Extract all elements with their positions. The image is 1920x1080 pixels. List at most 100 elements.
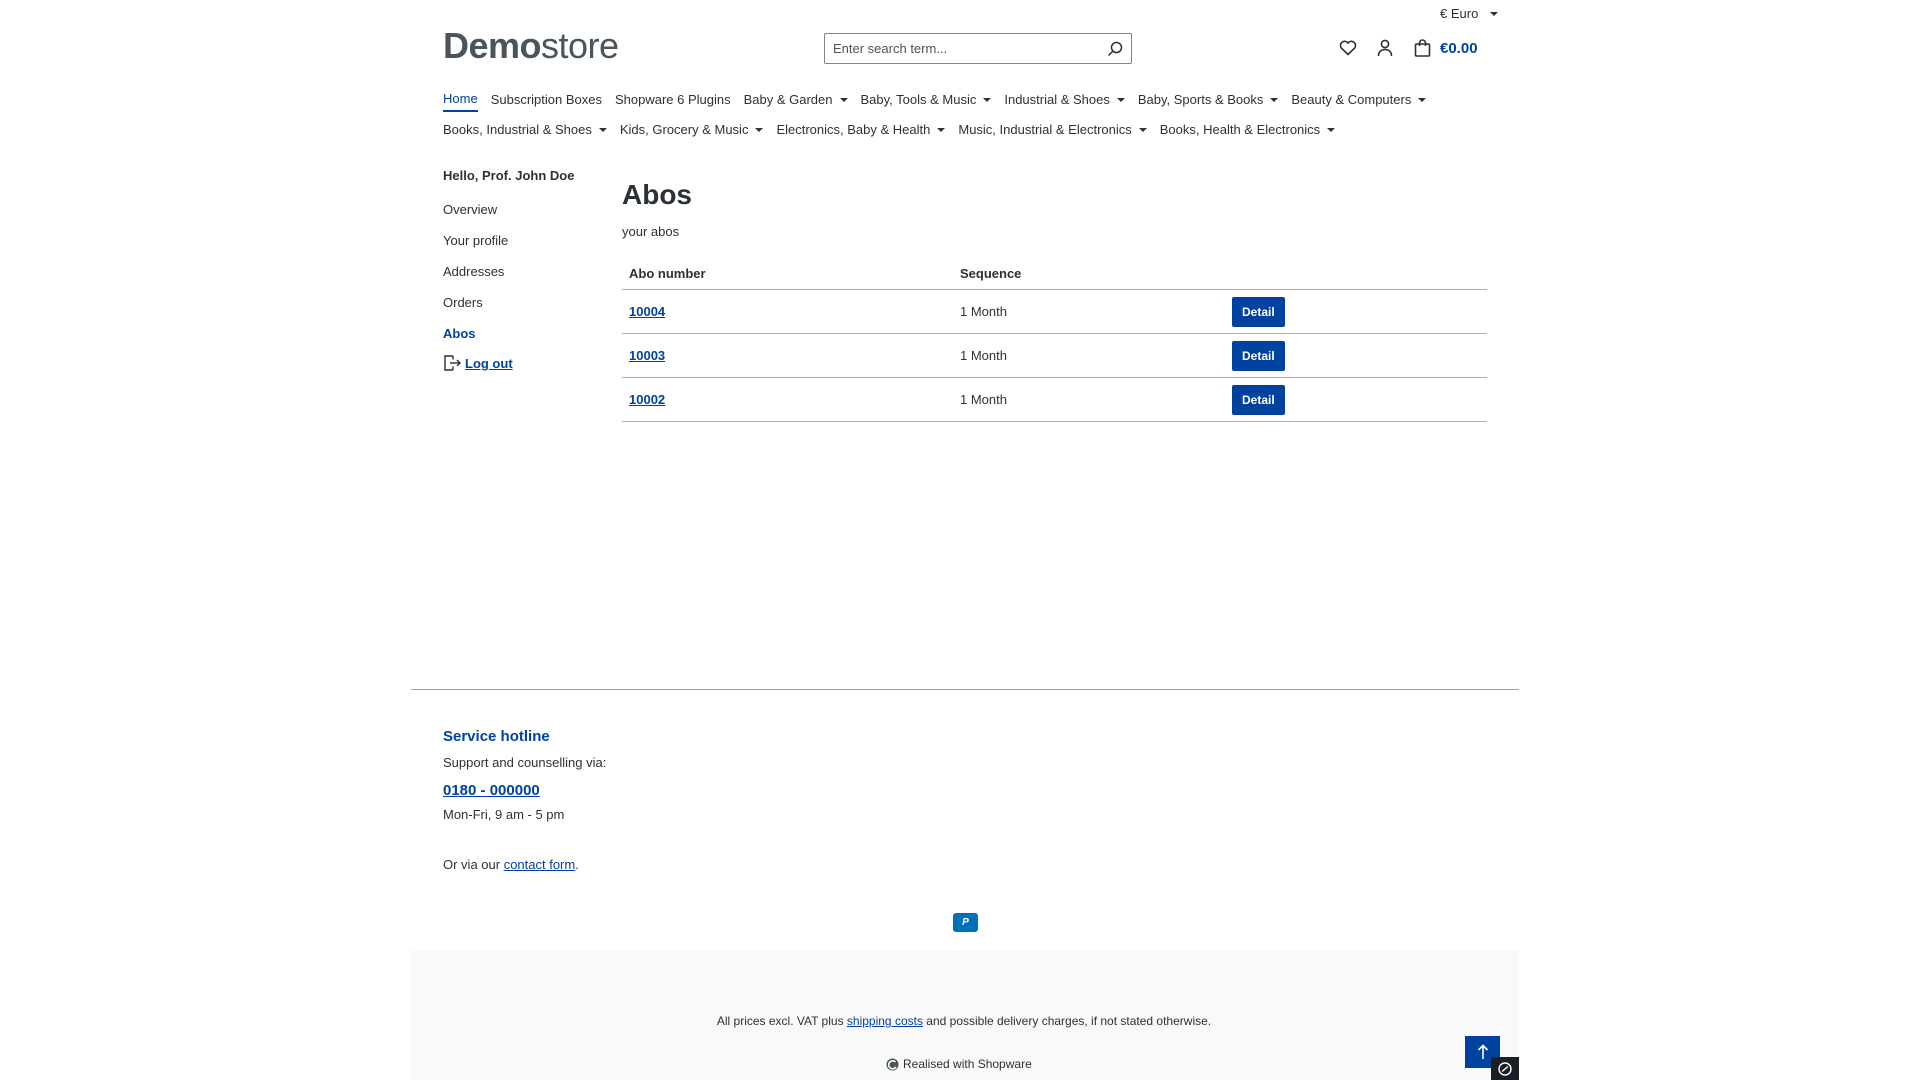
vat-suffix: and possible delivery charges, if not st… xyxy=(922,1014,1212,1028)
detail-button[interactable]: Detail xyxy=(1232,340,1285,371)
sidebar-item-orders[interactable]: Orders xyxy=(443,295,603,326)
cart-button[interactable] xyxy=(1410,36,1434,60)
nav-item-label: Music, Industrial & Electronics xyxy=(958,122,1132,137)
service-hotline: Service hotline Support and counselling … xyxy=(443,728,606,872)
account-sidebar: Hello, Prof. John Doe Overview Your prof… xyxy=(443,168,603,372)
search-icon xyxy=(1107,41,1123,56)
sequence-cell: 1 Month xyxy=(953,289,1232,334)
nav-item-label: Books, Health & Electronics xyxy=(1159,122,1321,137)
nav-item-label: Industrial & Shoes xyxy=(1004,92,1110,107)
chevron-down-icon xyxy=(598,127,607,132)
currency-label: € Euro xyxy=(1440,6,1479,21)
abos-content: Abos your abos Abo number Sequence 10004… xyxy=(622,178,1487,422)
logout-link[interactable]: Log out xyxy=(443,354,603,372)
logout-icon xyxy=(444,355,461,371)
page-title: Abos xyxy=(622,179,692,210)
nav-item-label: Baby & Garden xyxy=(743,92,833,107)
chevron-down-icon xyxy=(983,97,992,102)
chevron-down-icon xyxy=(1138,127,1147,132)
sidebar-item-overview[interactable]: Overview xyxy=(443,202,603,233)
sidebar-item-abos[interactable]: Abos xyxy=(443,326,603,357)
paypal-icon: P xyxy=(953,913,978,932)
main-navigation-row-1: Home Subscription Boxes Shopware 6 Plugins… xyxy=(443,91,1439,112)
nav-item-books-health-electronics[interactable]: Books, Health & Electronics xyxy=(1159,122,1336,141)
chevron-down-icon xyxy=(1327,127,1336,132)
table-row: 10003 1 Month Detail xyxy=(622,333,1487,378)
logo-light: store xyxy=(541,25,619,66)
abo-number-cell: 10002 xyxy=(622,377,953,422)
currency-selector[interactable]: € Euro xyxy=(1440,6,1499,21)
account-greeting: Hello, Prof. John Doe xyxy=(443,168,575,183)
shopware-badge[interactable] xyxy=(1491,1057,1519,1080)
vat-notice: All prices excl. VAT plus shipping costs… xyxy=(0,1014,1920,1028)
realised-text: Realised with Shopware xyxy=(903,1057,1032,1071)
main-navigation-row-2: Books, Industrial & Shoes Kids, Grocery &… xyxy=(443,122,1348,141)
arrow-up-icon xyxy=(1477,1044,1488,1059)
table-header-row: Abo number Sequence xyxy=(622,266,1487,290)
account-button[interactable] xyxy=(1373,36,1397,60)
chevron-down-icon xyxy=(1418,97,1427,102)
shopware-logo-icon xyxy=(886,1058,899,1070)
nav-item-music-industrial-electronics[interactable]: Music, Industrial & Electronics xyxy=(958,122,1147,141)
sidebar-item-addresses[interactable]: Addresses xyxy=(443,264,603,295)
contact-form-link[interactable]: contact form xyxy=(504,857,576,872)
nav-item-subscription-boxes[interactable]: Subscription Boxes xyxy=(491,91,602,112)
search-button[interactable] xyxy=(1099,34,1131,63)
column-header-abo-number: Abo number xyxy=(622,266,953,290)
detail-button[interactable]: Detail xyxy=(1232,384,1285,415)
nav-item-label: Baby, Sports & Books xyxy=(1137,92,1264,107)
contact-text: Or via our contact form. xyxy=(443,857,606,872)
shipping-costs-link[interactable]: shipping costs xyxy=(847,1014,923,1028)
nav-item-label: Baby, Tools & Music xyxy=(860,92,977,107)
sequence-cell: 1 Month xyxy=(953,377,1232,422)
heart-icon xyxy=(1339,40,1357,56)
page-subtitle: your abos xyxy=(622,224,680,239)
nav-item-label: Books, Industrial & Shoes xyxy=(443,122,592,137)
detail-button[interactable]: Detail xyxy=(1232,296,1285,327)
nav-item-baby-sports-books[interactable]: Baby, Sports & Books xyxy=(1138,91,1279,112)
abos-table: Abo number Sequence 10004 1 Month Detail… xyxy=(622,266,1487,422)
search-input[interactable] xyxy=(825,34,1099,63)
nav-item-books-industrial-shoes[interactable]: Books, Industrial & Shoes xyxy=(443,122,607,141)
search-bar xyxy=(824,33,1132,64)
nav-item-label: Home xyxy=(443,91,478,106)
table-row: 10004 1 Month Detail xyxy=(622,289,1487,334)
abo-number-cell: 10003 xyxy=(622,333,953,378)
abo-number-link[interactable]: 10003 xyxy=(629,348,665,363)
table-row: 10002 1 Month Detail xyxy=(622,377,1487,422)
contact-prefix: Or via our xyxy=(443,857,504,872)
contact-suffix: . xyxy=(575,857,579,872)
nav-item-kids-grocery-music[interactable]: Kids, Grocery & Music xyxy=(620,122,764,141)
phone-link[interactable]: 0180 - 000000 xyxy=(443,782,540,799)
nav-item-beauty-computers[interactable]: Beauty & Computers xyxy=(1291,91,1427,112)
realised-with-shopware[interactable]: Realised with Shopware xyxy=(886,1057,1032,1071)
chevron-down-icon xyxy=(1490,11,1499,16)
store-logo[interactable]: Demostore xyxy=(443,26,619,66)
chevron-down-icon xyxy=(839,97,848,102)
logo-strong: Demo xyxy=(443,25,542,66)
nav-item-label: Shopware 6 Plugins xyxy=(614,92,731,107)
abo-number-link[interactable]: 10002 xyxy=(629,392,665,407)
chevron-down-icon xyxy=(755,127,764,132)
chevron-down-icon xyxy=(1116,97,1125,102)
nav-item-industrial-shoes[interactable]: Industrial & Shoes xyxy=(1004,91,1125,112)
nav-item-electronics-baby-health[interactable]: Electronics, Baby & Health xyxy=(776,122,946,141)
nav-item-baby-tools-music[interactable]: Baby, Tools & Music xyxy=(861,91,992,112)
nav-item-label: Electronics, Baby & Health xyxy=(776,122,931,137)
hotline-hours: Mon-Fri, 9 am - 5 pm xyxy=(443,807,565,822)
nav-item-label: Kids, Grocery & Music xyxy=(619,122,749,137)
logout-label: Log out xyxy=(465,355,513,371)
chevron-down-icon xyxy=(937,127,946,132)
action-cell: Detail xyxy=(1232,289,1487,334)
nav-item-home[interactable]: Home xyxy=(443,91,478,112)
footer-divider xyxy=(411,689,1519,690)
hotline-title: Service hotline xyxy=(443,728,550,745)
abo-number-link[interactable]: 10004 xyxy=(629,304,665,319)
nav-item-shopware-6-plugins[interactable]: Shopware 6 Plugins xyxy=(615,91,731,112)
wishlist-button[interactable] xyxy=(1336,36,1360,60)
support-text: Support and counselling via: xyxy=(443,755,607,770)
nav-item-baby-garden[interactable]: Baby & Garden xyxy=(744,91,848,112)
shopping-bag-icon xyxy=(1414,39,1430,57)
sidebar-item-profile[interactable]: Your profile xyxy=(443,233,603,264)
cart-total[interactable]: €0.00 xyxy=(1440,40,1478,57)
